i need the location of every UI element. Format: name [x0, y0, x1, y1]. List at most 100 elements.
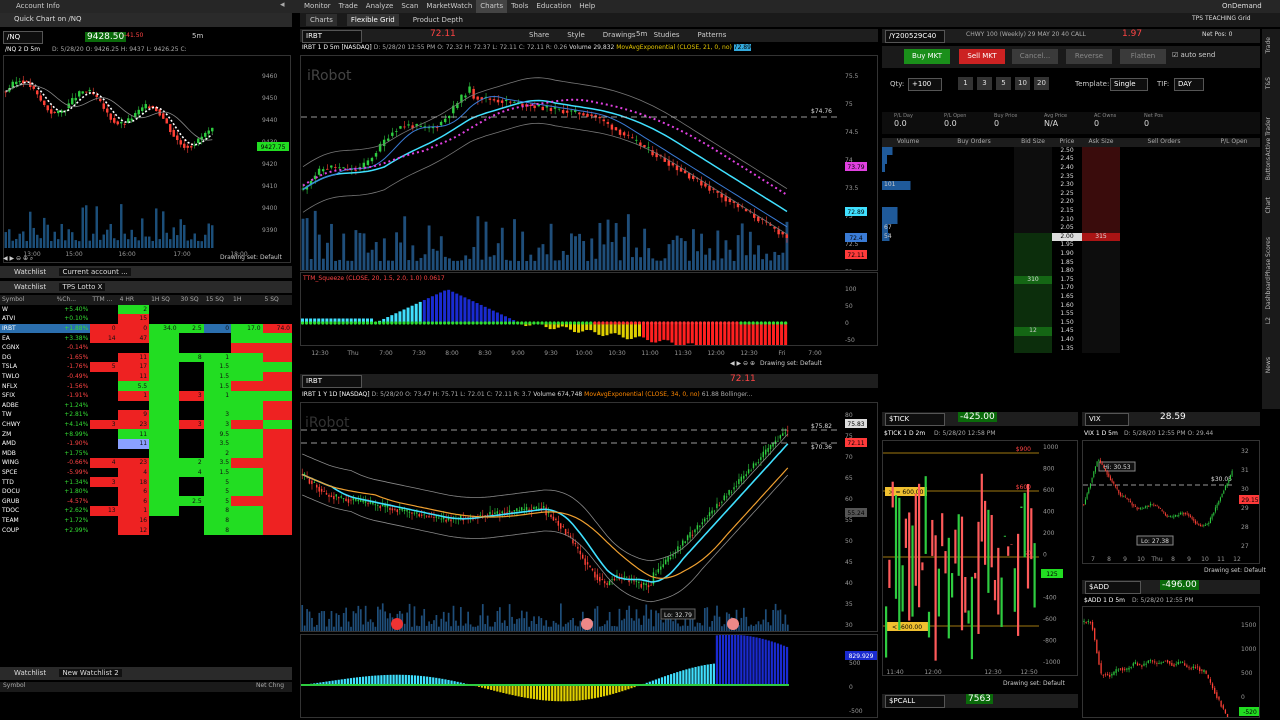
order-book-cell[interactable] [934, 344, 1014, 353]
table-row[interactable]: SPCE -5.99% 4 4 1.5 [0, 467, 292, 478]
order-book-cell[interactable]: 1.75 [1052, 276, 1082, 285]
order-book-cell[interactable] [1120, 276, 1208, 285]
order-book-row[interactable]: 1.35 [882, 344, 1260, 353]
order-book-cell[interactable] [882, 293, 934, 302]
order-book-cell[interactable] [934, 164, 1014, 173]
order-book-cell[interactable] [1208, 327, 1260, 336]
order-book-row[interactable]: 12 1.45 [882, 327, 1260, 336]
order-book-cell[interactable] [882, 155, 934, 164]
order-book-cell[interactable] [1014, 284, 1052, 293]
order-book-cell[interactable] [882, 172, 934, 181]
table-row[interactable]: TWLO -0.49% 11 1.5 [0, 371, 292, 382]
order-book-cell[interactable] [1082, 180, 1120, 190]
order-book-cell[interactable] [882, 276, 934, 285]
qty-3-button[interactable]: 3 [977, 77, 992, 90]
order-book-cell[interactable] [1120, 267, 1208, 276]
order-book-cell[interactable] [1120, 293, 1208, 302]
order-book-cell[interactable]: 1.45 [1052, 327, 1082, 336]
chart1-share-button[interactable]: Share [525, 29, 553, 41]
qty-20-button[interactable]: 20 [1034, 77, 1049, 90]
order-book-cell[interactable] [1082, 284, 1120, 293]
order-book-cell[interactable] [1120, 190, 1208, 199]
order-book-cell[interactable] [1082, 146, 1120, 156]
chart2-canvas[interactable]: iRobot 80 75 70 65 60 55 50 45 40 35 30 $75.82 $70.36… [300, 402, 878, 632]
order-book-cell[interactable] [1120, 318, 1208, 327]
order-book-cell[interactable] [1014, 249, 1052, 259]
order-book-row[interactable]: 2.35 [882, 172, 1260, 181]
order-book-cell[interactable] [934, 207, 1014, 216]
order-book-cell[interactable]: 2.50 [1052, 147, 1082, 156]
chart1-nav[interactable]: ◀ ▶ ⊖ ⊕ [730, 360, 755, 367]
order-book-cell[interactable] [1120, 241, 1208, 250]
chart1-symbol[interactable]: IRBT [302, 30, 362, 43]
order-book-cell[interactable] [1082, 292, 1120, 302]
side-tab-t-s[interactable]: T&S [1265, 77, 1272, 89]
watchlist2-col-netchng[interactable]: Net Chng [256, 682, 284, 689]
order-book-row[interactable]: 2.40 [882, 163, 1260, 173]
order-book-cell[interactable]: 2.10 [1052, 215, 1082, 224]
order-book-cell[interactable]: 1.50 [1052, 318, 1082, 327]
table-row[interactable]: ADBE +1.24% [0, 400, 292, 411]
chart1-studies-button[interactable]: Studies [650, 29, 684, 41]
order-book-cell[interactable]: 1.35 [1052, 344, 1082, 353]
order-book-cell[interactable]: 1.80 [1052, 267, 1082, 276]
quick-chart-symbol[interactable]: /NQ [3, 31, 43, 44]
order-book-cell[interactable] [1120, 284, 1208, 293]
buy-mkt-button[interactable]: Buy MKT [904, 49, 950, 64]
order-book-cell[interactable] [1082, 206, 1120, 216]
order-book-cell[interactable]: 1.90 [1052, 250, 1082, 259]
order-book-cell[interactable] [882, 190, 934, 199]
order-book-row[interactable]: 54 2.00 315 [882, 232, 1260, 242]
menu-tools[interactable]: Tools [507, 0, 532, 13]
order-book-cell[interactable] [1082, 249, 1120, 259]
table-row[interactable]: W +5.40% 2 [0, 304, 292, 315]
order-book-cell[interactable] [1208, 181, 1260, 190]
order-book-row[interactable]: 2.45 [882, 155, 1260, 164]
order-book-row[interactable]: 1.85 [882, 258, 1260, 267]
qty-input[interactable]: +100 [908, 78, 942, 91]
order-book-cell[interactable] [934, 190, 1014, 199]
table-row[interactable]: CGNX -0.14% [0, 342, 292, 353]
order-book-cell[interactable] [1208, 215, 1260, 224]
order-book-cell[interactable] [1120, 198, 1208, 207]
order-book-cell[interactable] [934, 276, 1014, 285]
table-row[interactable]: DG -1.65% 11 8 1 [0, 352, 292, 363]
ondemand-button[interactable]: OnDemand [1222, 2, 1262, 10]
add-symbol[interactable]: $ADD [1085, 581, 1141, 594]
order-book-cell[interactable] [1120, 233, 1208, 242]
order-book-cell[interactable]: 1.60 [1052, 301, 1082, 310]
order-book-cell[interactable]: 67 [882, 223, 934, 233]
table-row[interactable]: TSLA -1.76% 5 17 1.5 [0, 362, 292, 372]
account-info-label[interactable]: Account Info [16, 2, 60, 10]
order-book-cell[interactable] [1014, 172, 1052, 181]
order-book-row[interactable]: 2.50 [882, 146, 1260, 156]
order-book-cell[interactable] [934, 155, 1014, 164]
order-book-cell[interactable] [1082, 301, 1120, 310]
order-book-cell[interactable]: 2.40 [1052, 164, 1082, 173]
menu-help[interactable]: Help [575, 0, 599, 13]
order-book-cell[interactable] [1208, 344, 1260, 353]
watchlist1-col-header[interactable]: 4 HR [118, 295, 150, 305]
close-icon[interactable]: ◂ [280, 0, 285, 10]
menu-charts[interactable]: Charts [476, 0, 508, 13]
order-book-cell[interactable] [1208, 336, 1260, 345]
order-book-cell[interactable] [882, 301, 934, 310]
order-book-cell[interactable] [1014, 206, 1052, 216]
order-book-cell[interactable] [934, 215, 1014, 224]
watchlist1-col-header[interactable]: 30 SQ [179, 295, 204, 305]
order-book-cell[interactable] [1120, 215, 1208, 224]
order-book-cell[interactable] [934, 336, 1014, 345]
order-book-cell[interactable]: 101 [882, 180, 934, 190]
order-book-cell[interactable]: 1.40 [1052, 336, 1082, 345]
watchlist1-list[interactable]: TPS Lotto X [59, 283, 106, 291]
watchlist1-col-header[interactable]: 5 SQ [263, 295, 292, 305]
tab-product-depth[interactable]: Product Depth [409, 14, 467, 26]
vix-canvas[interactable]: 32 31 30 29 28 27 7 8 9 10 Thu 8 9 10 11 12 $30.05 Hi: 30… [1082, 440, 1260, 564]
reverse-button[interactable]: Reverse [1066, 49, 1112, 64]
table-row[interactable]: TEAM +1.72% 16 8 [0, 515, 292, 526]
side-tab-buttons[interactable]: Buttons [1265, 157, 1272, 180]
menu-marketwatch[interactable]: MarketWatch [422, 0, 476, 13]
flatten-button[interactable]: Flatten [1120, 49, 1166, 64]
chart1-style-button[interactable]: Style [563, 29, 589, 41]
side-tab-l-[interactable]: L2 [1265, 317, 1272, 324]
